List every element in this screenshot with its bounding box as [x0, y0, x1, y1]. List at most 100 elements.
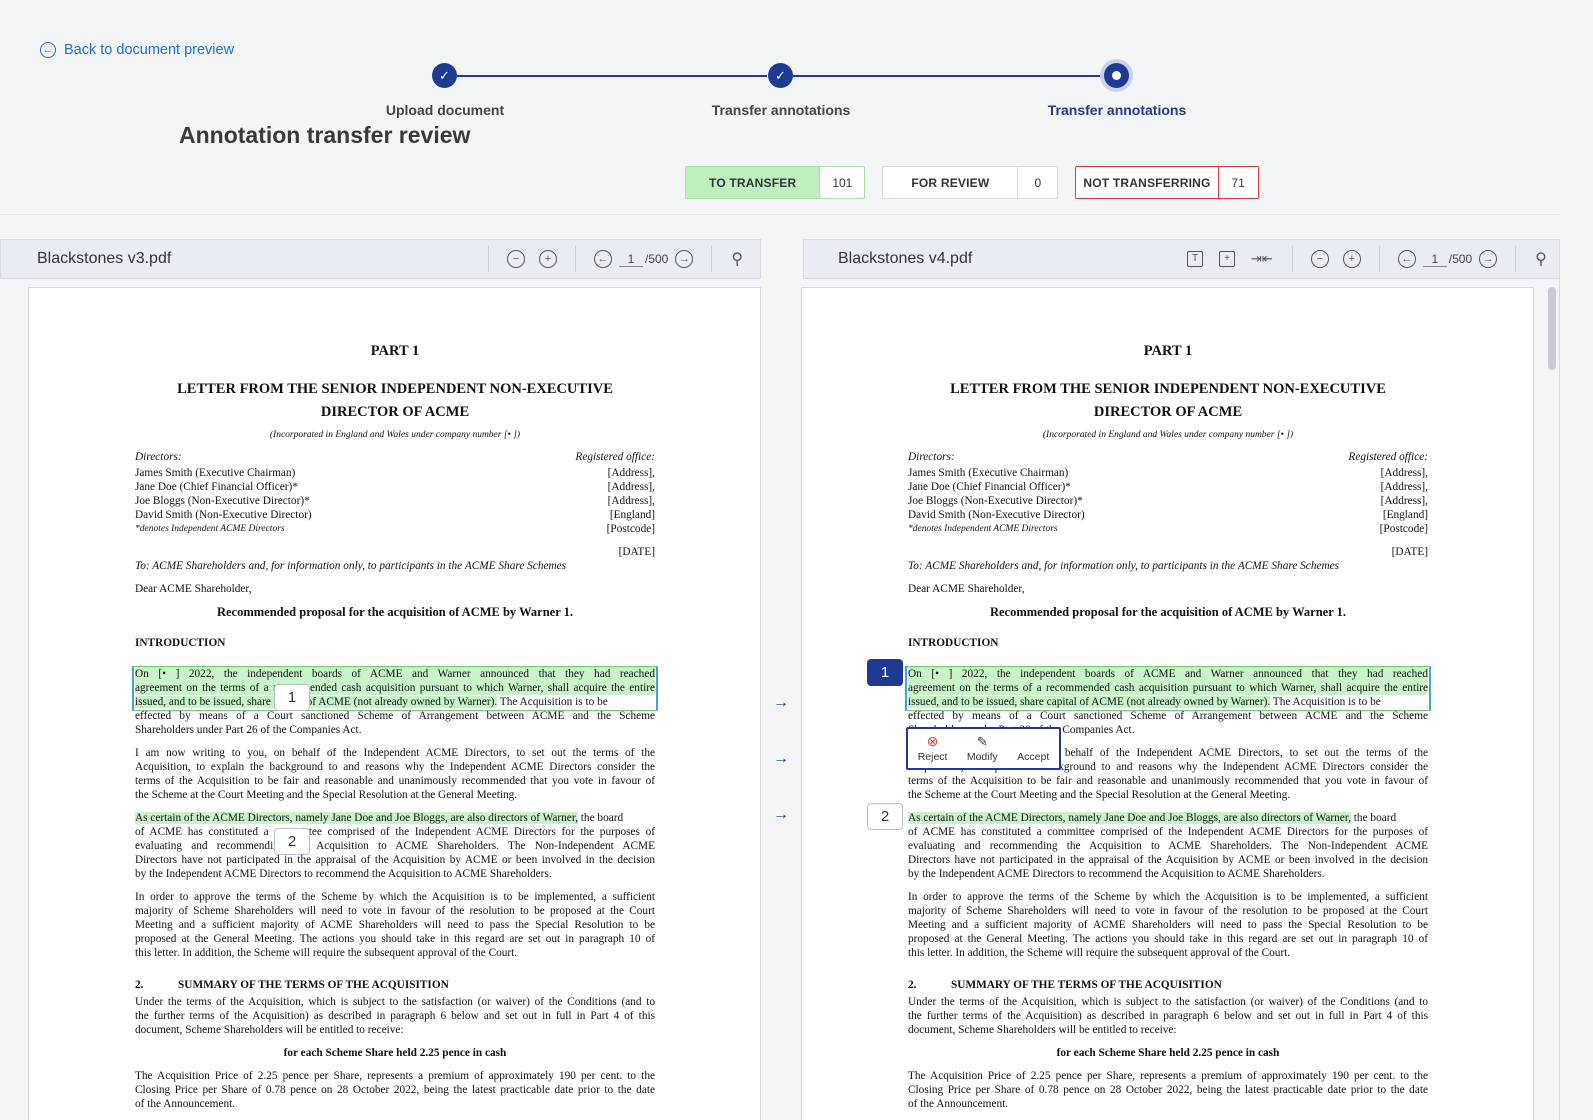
office-line: [Address],: [607, 481, 655, 493]
annotation-highlight-2[interactable]: As certain of the ACME Directors, namely…: [135, 812, 578, 824]
page-title: Annotation transfer review: [179, 122, 471, 148]
divider: [0, 214, 1560, 215]
transfer-arrow-icon: →: [773, 694, 789, 711]
step-2-label: Transfer annotations: [711, 102, 851, 118]
next-page-icon[interactable]: →: [675, 250, 694, 268]
step-3-current-icon: [1104, 63, 1129, 88]
doc-line: this letter. In addition, the Scheme wil…: [135, 947, 518, 959]
doc-line: I am now writing to you, on behalf of th…: [135, 747, 655, 759]
left-viewer-toolbar: Blackstones v3.pdf − + ← 1 /500 → ⚲: [0, 239, 761, 279]
doc-salutation: Dear ACME Shareholder,: [135, 583, 252, 595]
search-icon[interactable]: ⚲: [731, 249, 743, 269]
doc-line: effected by means of a Court sanctioned …: [908, 710, 1428, 722]
left-filename: Blackstones v3.pdf: [37, 250, 172, 267]
prev-page-icon[interactable]: ←: [1397, 250, 1416, 268]
doc-line: document, Scheme Shareholders will be en…: [908, 1024, 1177, 1036]
zoom-in-icon[interactable]: +: [1342, 250, 1361, 268]
doc-to-line: To: ACME Shareholders and, for informati…: [908, 560, 1340, 572]
step-connector: [457, 75, 767, 77]
doc-line: this letter. In addition, the Scheme wil…: [908, 947, 1291, 959]
doc-line: Under the terms of the Acquisition, whic…: [135, 996, 655, 1008]
office-line: [Postcode]: [1379, 523, 1428, 535]
doc-line: the further terms of the Acquisition) as…: [135, 1010, 655, 1022]
page-indicator: 1 /500: [1422, 252, 1472, 267]
doc-line-rest: the board: [1353, 812, 1397, 824]
transfer-arrow-icon: →: [773, 750, 789, 767]
toolbar-divider: [1515, 246, 1517, 272]
doc-line: In order to approve the terms of the Sch…: [135, 891, 655, 903]
annotation-marker-1-selected[interactable]: 1: [867, 659, 903, 686]
doc-line: the Scheme at the Court Meeting and the …: [908, 789, 1291, 801]
office-line: [England]: [1382, 509, 1428, 521]
doc-line: Under the terms of the Acquisition, whic…: [908, 996, 1428, 1008]
doc-line: of ACME has constituted a committee comp…: [908, 826, 1428, 838]
doc-line: of the Announcement.: [908, 1098, 1009, 1110]
doc-line: proposed at the General Meeting. The act…: [135, 933, 655, 945]
annotation-highlight-2[interactable]: As certain of the ACME Directors, namely…: [908, 812, 1351, 824]
accept-label: Accept: [1017, 750, 1050, 763]
doc-line: by the Independent ACME Directors to rec…: [135, 868, 552, 880]
not-transferring-filter[interactable]: NOT TRANSFERRING 71: [1075, 166, 1259, 199]
toolbar-divider: [1291, 246, 1293, 272]
doc-per-share: for each Scheme Share held 2.25 pence in…: [283, 1047, 507, 1059]
office-line: [Address],: [1380, 467, 1428, 479]
doc-heading-line-1: LETTER FROM THE SENIOR INDEPENDENT NON-E…: [950, 381, 1386, 397]
annotation-marker-2[interactable]: 2: [274, 828, 310, 855]
annotation-action-popup: ⊗ Reject ✎ Modify ✓ Accept: [906, 727, 1061, 770]
page-indicator: 1 /500: [619, 252, 668, 267]
zoom-in-icon[interactable]: +: [539, 250, 557, 268]
toolbar-divider: [711, 246, 713, 272]
right-viewer-toolbar: Blackstones v4.pdf T + ⇥⇤ − + ← 1 /500 →…: [803, 239, 1560, 279]
not-transferring-label: NOT TRANSFERRING: [1083, 175, 1211, 190]
office-line: [England]: [609, 509, 655, 521]
doc-intro-heading: INTRODUCTION: [908, 637, 999, 649]
prev-page-icon[interactable]: ←: [594, 250, 612, 268]
doc-line-highlight: issued, and to be issued, share capital …: [908, 696, 1271, 708]
doc-line: majority of Scheme Shareholders will nee…: [908, 905, 1428, 917]
doc-part: PART 1: [370, 343, 420, 359]
doc-line: Closing Price per Share of 0.78 pence on…: [908, 1084, 1428, 1096]
registered-office-label: Registered office:: [575, 451, 655, 463]
to-transfer-filter[interactable]: TO TRANSFER 101: [685, 166, 866, 199]
doc-line: In order to approve the terms of the Sch…: [908, 891, 1428, 903]
step-2-check-icon: ✓: [768, 63, 793, 88]
add-box-icon[interactable]: +: [1219, 251, 1235, 267]
doc-to-line: To: ACME Shareholders and, for informati…: [135, 560, 567, 572]
search-icon[interactable]: ⚲: [1535, 249, 1547, 269]
doc-line-rest: The Acquisition is to be: [499, 696, 608, 708]
step-connector: [793, 75, 1104, 77]
modify-button[interactable]: ✎ Modify: [967, 735, 998, 763]
annotation-marker-2[interactable]: 2: [867, 803, 903, 830]
next-page-icon[interactable]: →: [1479, 250, 1498, 268]
page-number-input[interactable]: 1: [1422, 252, 1447, 267]
for-review-filter[interactable]: FOR REVIEW 0: [882, 166, 1059, 199]
doc-date: [DATE]: [1391, 546, 1428, 558]
page-total: /500: [645, 252, 669, 266]
doc-per-share: for each Scheme Share held 2.25 pence in…: [1056, 1047, 1280, 1059]
pane-border: [1559, 239, 1560, 1120]
doc-line-rest: the board: [580, 812, 624, 824]
doc-line: of the Announcement.: [135, 1098, 236, 1110]
reject-button[interactable]: ⊗ Reject: [918, 734, 948, 763]
doc-line: Meeting and a sufficient majority of ACM…: [135, 919, 655, 931]
split-view-icon[interactable]: ⇥⇤: [1251, 251, 1273, 267]
doc-heading-line-2: DIRECTOR OF ACME: [1093, 404, 1243, 420]
zoom-out-icon[interactable]: −: [507, 250, 525, 268]
reject-icon: ⊗: [926, 733, 939, 749]
doc-line: The Acquisition Price of 2.25 pence per …: [908, 1070, 1428, 1082]
doc-salutation: Dear ACME Shareholder,: [908, 583, 1025, 595]
doc-section-title: SUMMARY OF THE TERMS OF THE ACQUISITION: [951, 979, 1222, 991]
doc-line: The Acquisition Price of 2.25 pence per …: [135, 1070, 655, 1082]
document-scrollbar[interactable]: [1548, 287, 1556, 370]
doc-proposal-title: Recommended proposal for the acquisition…: [216, 605, 574, 619]
doc-line: Directors have not participated in the a…: [135, 854, 655, 866]
accept-button[interactable]: ✓ Accept: [1017, 735, 1049, 763]
doc-line: On [• ] 2022, the independent boards of …: [908, 667, 1428, 681]
doc-line: document, Scheme Shareholders will be en…: [135, 1024, 404, 1036]
text-select-icon[interactable]: T: [1187, 251, 1203, 267]
zoom-out-icon[interactable]: −: [1310, 250, 1329, 268]
not-transferring-count: 71: [1217, 167, 1258, 198]
doc-line: Shareholders under Part 26 of the Compan…: [135, 724, 362, 736]
page-number-input[interactable]: 1: [619, 252, 643, 267]
annotation-marker-1[interactable]: 1: [274, 684, 310, 711]
